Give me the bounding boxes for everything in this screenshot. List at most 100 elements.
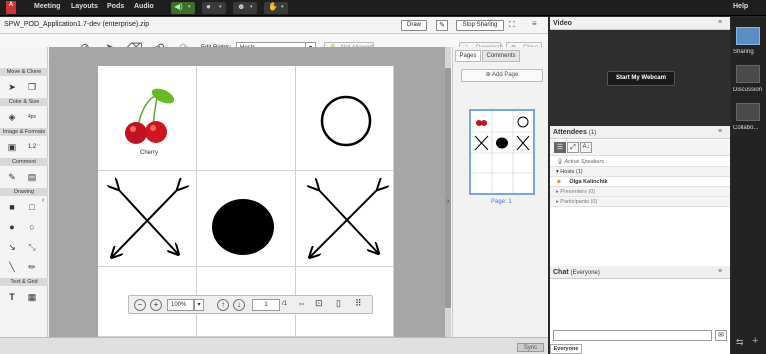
chevron-down-icon[interactable]: ▾: [194, 299, 204, 311]
pod-options-icon[interactable]: ≡: [532, 19, 537, 28]
canvas-area: Cherry: [49, 47, 445, 337]
image-icon[interactable]: ▣: [6, 141, 18, 153]
layout-discussion-thumbnail[interactable]: [736, 65, 760, 83]
chat-input[interactable]: [553, 330, 712, 341]
grid-cell: [197, 171, 296, 267]
collapse-right-icon[interactable]: ›: [447, 198, 449, 205]
video-pod-title: Video: [550, 17, 730, 30]
host-avatar-icon: ☻: [556, 179, 564, 185]
page-thumbnail[interactable]: [469, 109, 535, 195]
chat-tab-everyone[interactable]: Everyone: [550, 344, 582, 354]
comment-icon[interactable]: ▤: [26, 171, 38, 183]
grid-cell: [197, 66, 296, 171]
sync-button[interactable]: Sync: [517, 343, 544, 352]
scrollbar-thumb[interactable]: [445, 68, 451, 308]
hand-icon: ✋: [268, 2, 278, 11]
layout-sharing-label[interactable]: Sharing: [733, 49, 766, 55]
layouts-bar: Sharing Discussion Collabo... ⇆ +: [731, 17, 766, 354]
menu-layouts[interactable]: Layouts: [71, 3, 98, 10]
draw-button[interactable]: Draw: [401, 20, 427, 31]
filled-rectangle-icon[interactable]: ■: [6, 201, 18, 213]
rectangle-icon[interactable]: □: [26, 201, 38, 213]
presenters-group-row[interactable]: ▸ Presenters (0): [550, 187, 730, 197]
stop-sharing-button[interactable]: Stop Sharing: [456, 20, 504, 31]
active-speakers-row: 🎙 Active Speakers: [550, 157, 730, 167]
attendees-title: Attendees: [553, 129, 587, 136]
line-icon[interactable]: ╲: [6, 261, 18, 273]
grid-cell: [296, 171, 394, 267]
chevron-down-icon: ▾: [250, 4, 253, 10]
stroke-size-button[interactable]: 4px: [24, 111, 40, 123]
fit-page-icon[interactable]: ⊡: [315, 298, 323, 309]
raise-hand-button[interactable]: ✋ ▾: [264, 2, 288, 14]
page-number-input[interactable]: 1: [252, 299, 280, 311]
thumbnails-icon[interactable]: ⠿: [355, 298, 362, 309]
page-up-icon[interactable]: ↑: [217, 299, 229, 311]
layout-collaboration-thumbnail[interactable]: [736, 103, 760, 121]
section-text-grid: Text & Grid: [0, 278, 48, 286]
chat-scope: (Everyone): [570, 270, 600, 276]
circle-icon[interactable]: ○: [26, 221, 38, 233]
pencil-icon[interactable]: ✏: [26, 261, 38, 273]
clone-icon[interactable]: ❐: [26, 81, 38, 93]
zoom-out-icon[interactable]: −: [134, 299, 146, 311]
select-icon[interactable]: ➤: [6, 81, 18, 93]
chevron-down-icon: ▾: [281, 4, 284, 10]
chat-pod-header: Chat (Everyone): [550, 266, 730, 279]
fullscreen-icon[interactable]: ⛶: [509, 20, 515, 30]
zoom-bar: − + 100% ▾ ↑ ↓ 1 /1 ⇔ ⊡ ▯ ⠿: [128, 295, 373, 314]
add-page-label: Add Page: [492, 72, 519, 78]
fill-color-icon[interactable]: ◈: [6, 111, 18, 123]
expand-icon[interactable]: ⤢: [567, 142, 579, 153]
layout-options-icon[interactable]: ⇆: [736, 337, 744, 348]
arrow-icon[interactable]: ↘: [6, 241, 18, 253]
single-page-icon[interactable]: ▯: [336, 298, 341, 309]
attendees-pod-header: Attendees (1): [550, 126, 730, 139]
layout-discussion-label[interactable]: Discussion: [733, 87, 766, 93]
grid-icon[interactable]: ▦: [26, 291, 38, 303]
format-icon[interactable]: 1.2: [26, 141, 38, 153]
attendee-row[interactable]: ☻ Olga Kalinchik: [550, 177, 730, 187]
participants-group-row[interactable]: ▸ Participants (0): [550, 197, 730, 207]
webcam-button[interactable]: ☻ ▾: [233, 2, 257, 14]
collapse-left-icon[interactable]: ‹: [42, 197, 44, 204]
menu-help[interactable]: Help: [733, 3, 748, 10]
fit-width-icon[interactable]: ⇔: [297, 298, 306, 308]
pod-options-icon[interactable]: ≡: [718, 268, 722, 275]
hosts-group-row[interactable]: ▾ Hosts (1): [550, 167, 730, 177]
presenters-label: Presenters (0): [560, 189, 596, 195]
attendees-pod: Attendees (1) ≡ ☰ ⤢ A↓ 🎙 Active Speakers…: [550, 126, 730, 266]
add-layout-icon[interactable]: +: [752, 335, 758, 347]
chat-pod: Chat (Everyone) ≡ ✉ Everyone: [550, 266, 730, 354]
text-icon[interactable]: T: [6, 291, 18, 303]
add-page-button[interactable]: ⊕ Add Page: [461, 69, 543, 82]
microphone-button[interactable]: ● ▾: [202, 2, 226, 14]
grid-cell: [296, 66, 394, 171]
tab-pages[interactable]: Pages: [455, 50, 481, 62]
sort-icon[interactable]: A↓: [580, 142, 592, 153]
connector-icon[interactable]: ⤡: [26, 241, 38, 253]
send-message-icon[interactable]: ✉: [715, 330, 727, 341]
layout-collaboration-label[interactable]: Collabo...: [733, 125, 766, 131]
layout-sharing-thumbnail[interactable]: [736, 27, 760, 45]
tab-comments[interactable]: Comments: [482, 50, 520, 62]
zoom-in-icon[interactable]: +: [150, 299, 162, 311]
menu-pods[interactable]: Pods: [107, 3, 124, 10]
pod-options-icon[interactable]: ≡: [718, 128, 722, 135]
list-view-icon[interactable]: ☰: [554, 142, 566, 153]
page-down-icon[interactable]: ↓: [233, 299, 245, 311]
attendee-name: Olga Kalinchik: [569, 179, 608, 185]
zoom-level-field[interactable]: 100%: [167, 299, 194, 311]
pen-icon[interactable]: ✎: [6, 171, 18, 183]
start-webcam-button[interactable]: Start My Webcam: [607, 71, 675, 86]
menu-meeting[interactable]: Meeting: [34, 3, 60, 10]
attendees-toolbar: ☰ ⤢ A↓: [550, 140, 730, 156]
section-image-formats: Image & Formats: [0, 128, 48, 136]
annotate-icon[interactable]: ✎: [436, 20, 448, 31]
pod-options-icon[interactable]: ≡: [718, 19, 722, 26]
filled-circle-icon[interactable]: ●: [6, 221, 18, 233]
grid-cell: Cherry: [98, 66, 197, 171]
menu-audio[interactable]: Audio: [134, 3, 154, 10]
page-total: /1: [282, 301, 288, 307]
speaker-button[interactable]: ◀) ▾: [171, 2, 195, 14]
